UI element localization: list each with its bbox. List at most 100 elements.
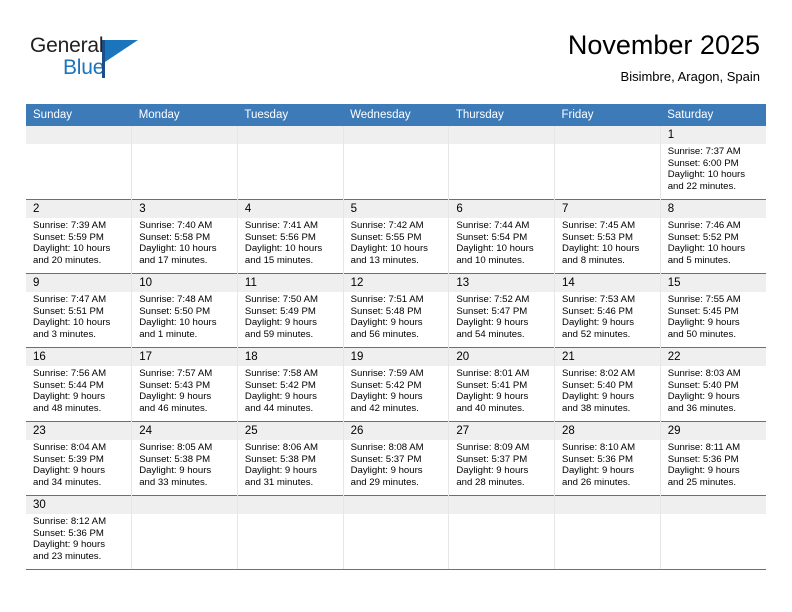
calendar-day-cell[interactable]: 14 Sunrise: 7:53 AM Sunset: 5:46 PM Dayligh… (554, 273, 661, 348)
day-number: 26 (343, 422, 449, 440)
calendar-day-cell-empty (343, 126, 450, 200)
day-number: 5 (343, 200, 449, 218)
location-subtitle: Bisimbre, Aragon, Spain (620, 69, 760, 84)
daylight-text-line2: and 44 minutes. (244, 402, 314, 414)
day-cell-inner: 5 Sunrise: 7:42 AM Sunset: 5:55 PM Daylight… (343, 200, 449, 273)
day-number: 23 (26, 422, 132, 440)
daylight-text-line2: and 22 minutes. (667, 180, 736, 192)
calendar-day-cell[interactable]: 24 Sunrise: 8:05 AM Sunset: 5:38 PM Dayligh… (131, 421, 238, 496)
calendar-day-cell[interactable]: 11 Sunrise: 7:50 AM Sunset: 5:49 PM Dayligh… (237, 273, 344, 348)
daylight-text-line2: and 56 minutes. (350, 328, 419, 340)
daylight-text-line2: and 33 minutes. (139, 476, 208, 488)
calendar-day-cell[interactable]: 27 Sunrise: 8:09 AM Sunset: 5:37 PM Dayligh… (448, 421, 556, 496)
daylight-text-line2: and 48 minutes. (33, 402, 102, 414)
daylight-text-line1: Daylight: 9 hours (667, 391, 740, 403)
day-number (237, 126, 343, 144)
title-block: November 2025 Bisimbre, Aragon, Spain (568, 28, 760, 87)
daylight-text-line2: and 8 minutes. (562, 254, 625, 266)
calendar-day-cell[interactable]: 20 Sunrise: 8:01 AM Sunset: 5:41 PM Dayligh… (448, 347, 556, 422)
daylight-text-line1: Daylight: 9 hours (139, 391, 212, 403)
daylight-text-line1: Daylight: 10 hours (562, 243, 640, 255)
day-number: 6 (449, 200, 555, 218)
weekday-header-monday: Monday (131, 104, 238, 126)
day-events: Sunrise: 8:06 AM Sunset: 5:38 PM Daylight:… (238, 440, 343, 488)
day-number: 15 (660, 274, 766, 292)
calendar-day-cell[interactable]: 7 Sunrise: 7:45 AM Sunset: 5:53 PM Daylight… (554, 199, 661, 274)
sunset-text: Sunset: 5:43 PM (139, 379, 211, 391)
calendar-day-cell[interactable]: 16 Sunrise: 7:56 AM Sunset: 5:44 PM Dayligh… (26, 347, 133, 422)
calendar-day-cell[interactable]: 26 Sunrise: 8:08 AM Sunset: 5:37 PM Dayligh… (343, 421, 450, 496)
calendar-day-cell-empty (26, 126, 133, 200)
weekday-header-saturday: Saturday (660, 104, 766, 126)
day-events: Sunrise: 7:45 AM Sunset: 5:53 PM Daylight:… (555, 218, 660, 266)
daylight-text-line1: Daylight: 9 hours (33, 465, 105, 477)
daylight-text-line2: and 52 minutes. (562, 328, 631, 340)
day-events: Sunrise: 8:05 AM Sunset: 5:38 PM Daylight:… (132, 440, 237, 488)
daylight-text-line1: Daylight: 9 hours (456, 317, 529, 329)
calendar-day-cell[interactable]: 2 Sunrise: 7:39 AM Sunset: 5:59 PM Daylight… (26, 199, 133, 274)
day-cell-inner (555, 496, 660, 569)
calendar-day-cell[interactable]: 6 Sunrise: 7:44 AM Sunset: 5:54 PM Daylight… (448, 199, 556, 274)
day-cell-inner: 27 Sunrise: 8:09 AM Sunset: 5:37 PM Dayligh… (449, 422, 555, 495)
sunset-text: Sunset: 5:39 PM (33, 453, 104, 465)
calendar-day-cell[interactable]: 18 Sunrise: 7:58 AM Sunset: 5:42 PM Dayligh… (237, 347, 344, 422)
calendar-day-cell[interactable]: 4 Sunrise: 7:41 AM Sunset: 5:56 PM Daylight… (237, 199, 344, 274)
calendar-day-cell[interactable]: 28 Sunrise: 8:10 AM Sunset: 5:36 PM Dayligh… (554, 421, 661, 496)
calendar-day-cell[interactable]: 15 Sunrise: 7:55 AM Sunset: 5:45 PM Dayligh… (660, 273, 766, 348)
day-events: Sunrise: 8:08 AM Sunset: 5:37 PM Daylight:… (344, 440, 449, 488)
calendar-day-cell[interactable]: 12 Sunrise: 7:51 AM Sunset: 5:48 PM Dayligh… (343, 273, 450, 348)
day-number: 18 (237, 348, 343, 366)
brand-logo[interactable]: General Blue (30, 34, 160, 86)
sunrise-text: Sunrise: 7:57 AM (139, 368, 213, 379)
day-number: 4 (237, 200, 343, 218)
calendar-day-cell[interactable]: 22 Sunrise: 8:03 AM Sunset: 5:40 PM Dayligh… (660, 347, 766, 422)
day-events: Sunrise: 8:02 AM Sunset: 5:40 PM Daylight:… (555, 366, 660, 414)
calendar-day-cell[interactable]: 25 Sunrise: 8:06 AM Sunset: 5:38 PM Dayligh… (237, 421, 344, 496)
daylight-text-line1: Daylight: 10 hours (667, 169, 746, 181)
weekday-header-tuesday: Tuesday (237, 104, 344, 126)
daylight-text-line1: Daylight: 10 hours (139, 243, 217, 255)
day-events: Sunrise: 7:58 AM Sunset: 5:42 PM Daylight:… (238, 366, 343, 414)
day-events: Sunrise: 7:41 AM Sunset: 5:56 PM Daylight:… (238, 218, 343, 266)
weekday-header-wednesday: Wednesday (343, 104, 449, 126)
sunset-text: Sunset: 5:41 PM (456, 379, 528, 391)
sunset-text: Sunset: 5:48 PM (350, 305, 422, 317)
sunrise-text: Sunrise: 8:03 AM (667, 368, 741, 379)
sunrise-text: Sunrise: 7:51 AM (350, 294, 424, 305)
day-cell-inner: 9 Sunrise: 7:47 AM Sunset: 5:51 PM Daylight… (26, 274, 132, 347)
calendar-day-cell[interactable]: 19 Sunrise: 7:59 AM Sunset: 5:42 PM Dayligh… (343, 347, 450, 422)
daylight-text-line2: and 40 minutes. (456, 402, 525, 414)
sunrise-text: Sunrise: 7:45 AM (562, 220, 636, 231)
calendar-day-cell[interactable]: 13 Sunrise: 7:52 AM Sunset: 5:47 PM Dayligh… (448, 273, 556, 348)
day-number: 19 (343, 348, 449, 366)
calendar-day-cell[interactable]: 30 Sunrise: 8:12 AM Sunset: 5:36 PM Dayligh… (26, 495, 133, 570)
sunrise-text: Sunrise: 8:06 AM (244, 442, 318, 453)
daylight-text-line2: and 10 minutes. (456, 254, 525, 266)
day-cell-inner: 19 Sunrise: 7:59 AM Sunset: 5:42 PM Dayligh… (343, 348, 449, 421)
calendar-day-cell[interactable]: 1 Sunrise: 7:37 AM Sunset: 6:00 PM Daylight… (660, 126, 766, 200)
calendar-day-cell[interactable]: 17 Sunrise: 7:57 AM Sunset: 5:43 PM Dayligh… (131, 347, 238, 422)
calendar-day-cell[interactable]: 29 Sunrise: 8:11 AM Sunset: 5:36 PM Dayligh… (660, 421, 766, 496)
calendar-day-cell[interactable]: 10 Sunrise: 7:48 AM Sunset: 5:50 PM Dayligh… (131, 273, 238, 348)
day-number: 27 (449, 422, 555, 440)
calendar-day-cell[interactable]: 5 Sunrise: 7:42 AM Sunset: 5:55 PM Daylight… (343, 199, 450, 274)
day-number (660, 496, 766, 514)
sunset-text: Sunset: 5:53 PM (562, 231, 633, 243)
calendar-day-cell[interactable]: 9 Sunrise: 7:47 AM Sunset: 5:51 PM Daylight… (26, 273, 133, 348)
daylight-text-line1: Daylight: 10 hours (350, 243, 428, 255)
daylight-text-line1: Daylight: 9 hours (667, 317, 740, 329)
day-number (449, 496, 555, 514)
sunrise-text: Sunrise: 8:02 AM (562, 368, 636, 379)
daylight-text-line2: and 25 minutes. (667, 476, 736, 488)
day-number: 14 (555, 274, 660, 292)
sunrise-text: Sunrise: 7:52 AM (456, 294, 530, 305)
daylight-text-line1: Daylight: 9 hours (562, 465, 635, 477)
calendar-day-cell[interactable]: 3 Sunrise: 7:40 AM Sunset: 5:58 PM Daylight… (131, 199, 238, 274)
calendar-day-cell[interactable]: 8 Sunrise: 7:46 AM Sunset: 5:52 PM Daylight… (660, 199, 766, 274)
day-events: Sunrise: 7:52 AM Sunset: 5:47 PM Daylight:… (449, 292, 554, 340)
sunrise-text: Sunrise: 8:09 AM (456, 442, 530, 453)
calendar-day-cell[interactable]: 23 Sunrise: 8:04 AM Sunset: 5:39 PM Dayligh… (26, 421, 133, 496)
sunrise-text: Sunrise: 7:47 AM (33, 294, 107, 305)
calendar-day-cell[interactable]: 21 Sunrise: 8:02 AM Sunset: 5:40 PM Dayligh… (554, 347, 661, 422)
sunset-text: Sunset: 5:37 PM (350, 453, 422, 465)
